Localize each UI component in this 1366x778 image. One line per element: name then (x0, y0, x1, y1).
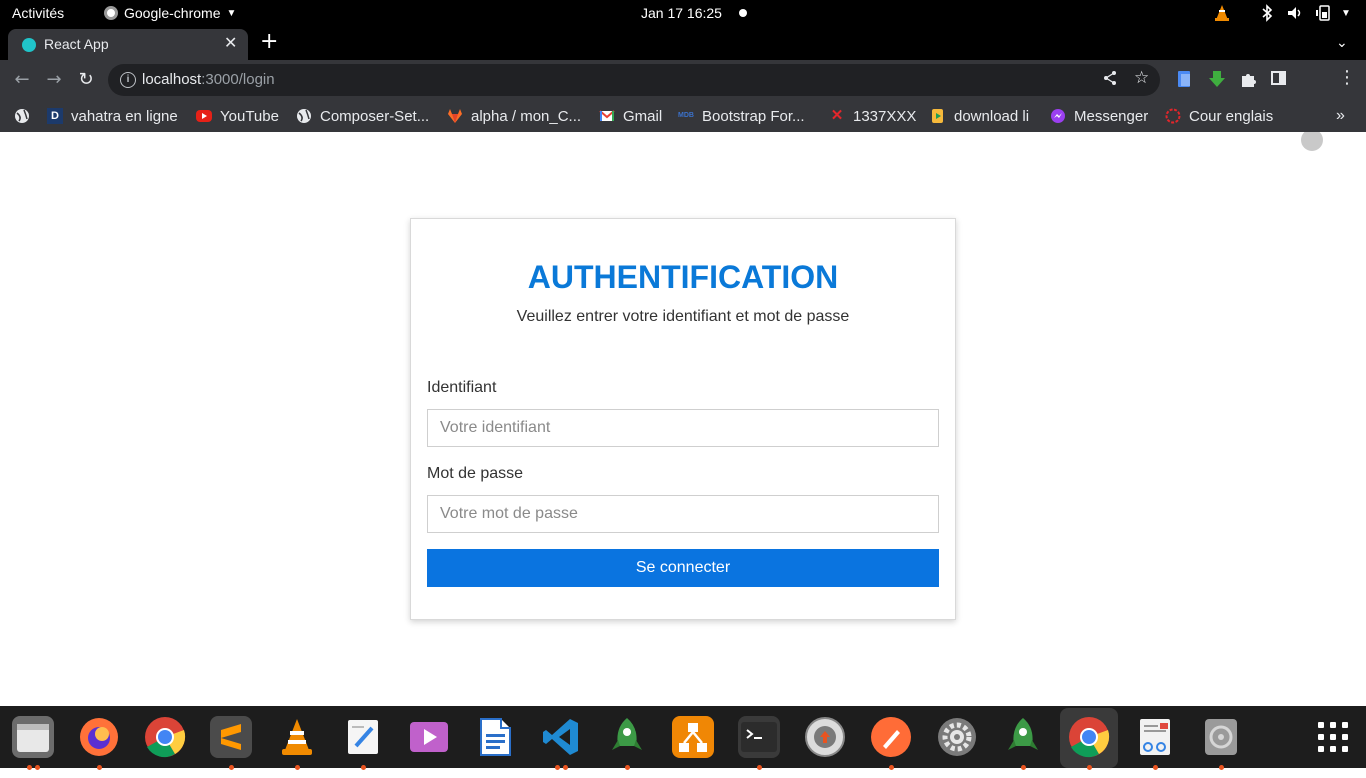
rocket-app-2-icon[interactable] (1002, 716, 1044, 758)
back-icon[interactable]: ← (10, 68, 34, 92)
battery-icon[interactable] (1316, 4, 1332, 22)
bookmark-label: Cour englais (1189, 107, 1274, 125)
reload-icon[interactable]: ↻ (74, 68, 98, 92)
document-viewer-icon[interactable] (1134, 716, 1176, 758)
clock[interactable]: Jan 17 16:25 (641, 5, 722, 21)
files-icon[interactable] (12, 716, 54, 758)
bookmark-label: Messenger (1074, 107, 1149, 125)
vlc-icon[interactable] (276, 716, 318, 758)
forward-icon[interactable]: → (42, 68, 66, 92)
share-icon[interactable] (1102, 70, 1118, 90)
bookmark-label: Bootstrap For... (702, 107, 805, 125)
bookmark-item[interactable]: MDB Bootstrap For... (678, 104, 805, 128)
tab-react-app[interactable]: React App ✕ (8, 29, 248, 60)
system-menu-caret-icon[interactable]: ▼ (1341, 4, 1351, 22)
mdb-icon: MDB (678, 112, 694, 119)
bookmark-label: vahatra en ligne (71, 107, 178, 125)
bookmark-item[interactable]: Cour englais (1165, 104, 1273, 128)
bookmark-label: alpha / mon_C... (471, 107, 582, 125)
gitlab-icon (448, 109, 462, 123)
vlc-tray-icon[interactable] (1213, 4, 1231, 22)
username-input[interactable] (427, 409, 939, 447)
text-editor-icon[interactable] (342, 716, 384, 758)
bookmark-item[interactable]: Messenger (1050, 104, 1148, 128)
caret-down-icon: ▼ (226, 7, 237, 19)
chrome-icon[interactable] (144, 716, 186, 758)
bookmark-item[interactable]: alpha / mon_C... (447, 104, 581, 128)
settings-icon[interactable] (936, 716, 978, 758)
letter-d-icon: D (47, 108, 63, 124)
bookmark-item[interactable]: Composer-Set... (296, 104, 429, 128)
red-circle-icon (1165, 108, 1181, 124)
chrome-active-icon[interactable] (1060, 708, 1118, 768)
browser-toolbar: ← → ↻ i localhost:3000/login ☆ ⋮ (0, 60, 1366, 151)
bookmark-item[interactable]: Gmail (599, 104, 662, 128)
bookmark-star-icon[interactable]: ☆ (1134, 68, 1149, 88)
tab-title: React App (44, 36, 109, 52)
close-tab-icon[interactable]: ✕ (224, 33, 237, 53)
tab-search-chevron-icon[interactable]: ⌄ (1336, 35, 1348, 51)
address-bar[interactable]: i localhost:3000/login ☆ (108, 64, 1160, 96)
draw-io-icon[interactable] (672, 716, 714, 758)
login-subtitle: Veuillez entrer votre identifiant et mot… (516, 308, 850, 325)
postman-icon[interactable] (870, 716, 912, 758)
apps-globe-icon[interactable] (14, 104, 30, 128)
activities-button[interactable]: Activités (12, 5, 64, 21)
bookmark-label: Gmail (623, 107, 663, 125)
site-info-icon[interactable]: i (120, 72, 136, 88)
app-menu[interactable]: Google-chrome ▼ (104, 5, 236, 21)
username-label: Identifiant (427, 379, 497, 396)
download-icon (932, 109, 943, 123)
libreoffice-writer-icon[interactable] (474, 716, 516, 758)
software-updater-icon[interactable] (804, 716, 846, 758)
bookmark-item[interactable]: download li (930, 104, 1029, 128)
login-submit-button[interactable]: Se connecter (427, 549, 939, 587)
more-bookmarks-chevron-icon[interactable]: » (1336, 104, 1345, 128)
bookmark-item[interactable]: YouTube (196, 104, 279, 128)
password-label: Mot de passe (427, 465, 524, 482)
bluetooth-icon[interactable] (1260, 4, 1274, 22)
bookmark-label: Composer-Set... (320, 107, 430, 125)
password-input[interactable] (427, 495, 939, 533)
profile-avatar[interactable] (1301, 129, 1323, 151)
bookmark-label: YouTube (220, 107, 279, 125)
bookmarks-bar: D vahatra en ligne YouTube Composer-Set.… (0, 100, 1366, 132)
chrome-small-icon (104, 6, 118, 20)
globe-icon (297, 109, 311, 123)
terminal-icon[interactable] (738, 716, 780, 758)
tab-strip: React App ✕ (0, 27, 1366, 60)
url-text[interactable]: localhost:3000/login (142, 71, 275, 88)
gmail-icon (599, 110, 615, 121)
new-tab-icon[interactable]: + (260, 31, 278, 53)
firefox-icon[interactable] (78, 716, 120, 758)
react-favicon-icon (22, 38, 36, 52)
dock (0, 706, 1366, 770)
red-x-icon: ✕ (830, 107, 844, 124)
video-player-icon[interactable] (408, 716, 450, 758)
messenger-icon (1051, 109, 1065, 123)
notification-dot (739, 9, 747, 17)
login-title: AUTHENTIFICATION (527, 259, 839, 295)
google-docs-extension-icon[interactable] (1176, 70, 1194, 88)
youtube-icon (196, 110, 212, 122)
bookmark-item[interactable]: D vahatra en ligne (47, 104, 178, 128)
bookmark-label: download li (954, 107, 1030, 125)
show-applications-grid-icon[interactable] (1318, 722, 1348, 752)
bookmark-item[interactable]: ✕ 1337XXX (829, 104, 917, 128)
extensions-puzzle-icon[interactable] (1239, 70, 1257, 88)
system-top-bar: Activités Google-chrome ▼ Jan 17 16:25 ▼ (0, 0, 1366, 27)
volume-icon[interactable] (1286, 4, 1304, 22)
sublime-text-icon[interactable] (210, 716, 252, 758)
rocket-app-icon[interactable] (606, 716, 648, 758)
side-panel-icon[interactable] (1271, 70, 1289, 88)
download-extension-icon[interactable] (1208, 70, 1226, 88)
login-card: AUTHENTIFICATION Veuillez entrer votre i… (410, 218, 956, 620)
bookmark-label: 1337XXX (853, 107, 917, 125)
app-menu-label: Google-chrome (124, 5, 221, 21)
disk-utility-icon[interactable] (1200, 716, 1242, 758)
chrome-menu-icon[interactable]: ⋮ (1338, 67, 1356, 88)
vscode-icon[interactable] (540, 716, 582, 758)
